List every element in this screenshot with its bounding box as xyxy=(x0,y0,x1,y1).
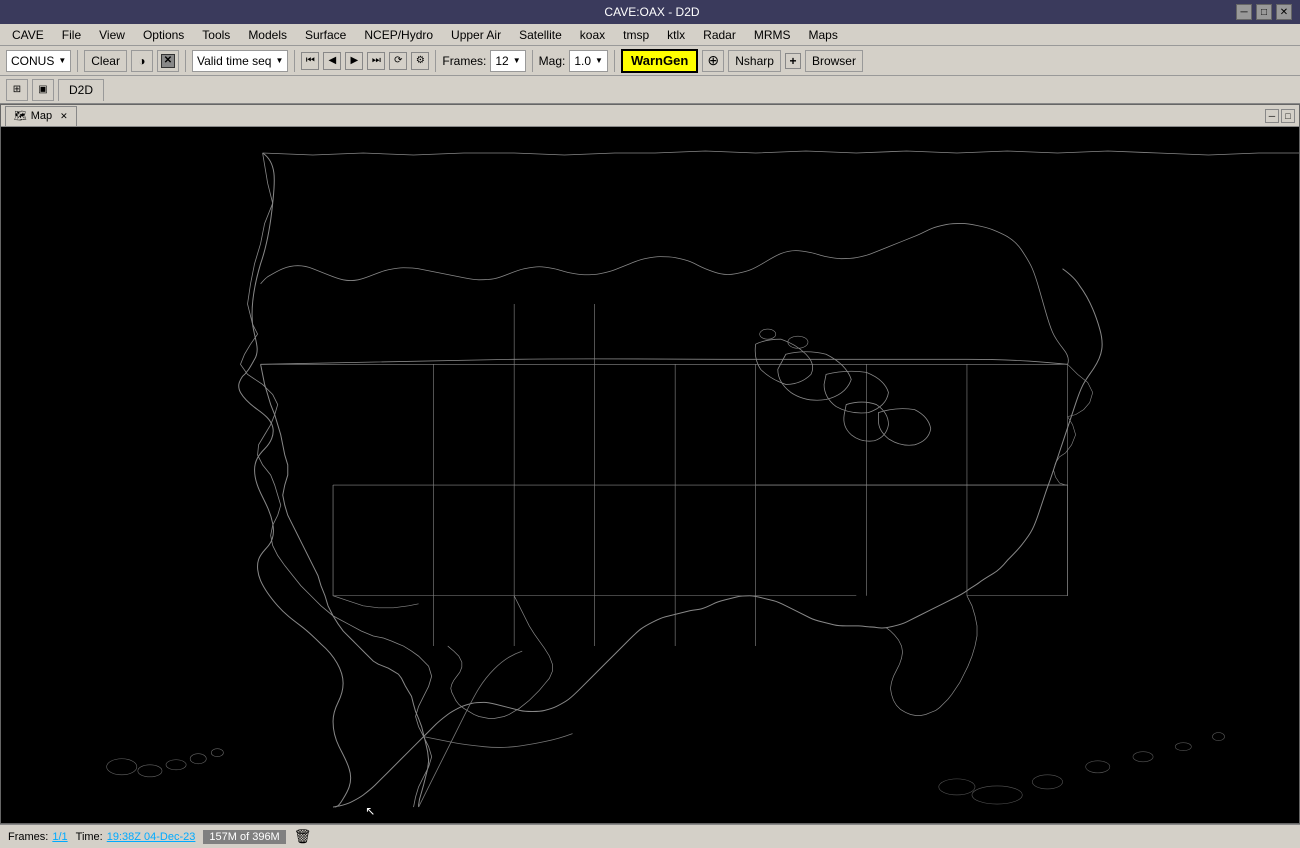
frames-status-value: 1/1 xyxy=(52,831,67,843)
frames-status: Frames: 1/1 xyxy=(8,831,68,843)
step-back-button[interactable]: ◀ xyxy=(323,52,341,70)
frames-value: 12 xyxy=(495,54,508,68)
map-svg: ↖ xyxy=(1,127,1299,823)
svg-text:↖: ↖ xyxy=(365,804,375,818)
separator-1 xyxy=(77,50,78,72)
crosshair-icon: ⊕ xyxy=(707,52,719,69)
mag-value: 1.0 xyxy=(574,54,591,68)
grid-icon-button[interactable]: ⊞ xyxy=(6,79,28,101)
map-tab-label: Map xyxy=(31,110,52,122)
map-maximize-button[interactable]: □ xyxy=(1281,109,1295,123)
map-tab-bar: 🗺 Map ✕ ─ □ xyxy=(1,105,1299,127)
menu-upper-air[interactable]: Upper Air xyxy=(443,26,509,44)
separator-4 xyxy=(435,50,436,72)
main-toolbar: CONUS ▼ Clear ◑ ✕ Valid time seq ▼ ⏮ ◀ ▶… xyxy=(0,46,1300,76)
valid-time-seq-dropdown[interactable]: Valid time seq ▼ xyxy=(192,50,288,72)
app-title: CAVE:OAX - D2D xyxy=(68,5,1236,19)
monitor-icon-button[interactable]: ▣ xyxy=(32,79,54,101)
d2d-tab[interactable]: D2D xyxy=(58,79,104,101)
menu-bar: CAVE File View Options Tools Models Surf… xyxy=(0,24,1300,46)
menu-cave[interactable]: CAVE xyxy=(4,26,52,44)
valid-time-label: Valid time seq xyxy=(197,54,271,68)
map-canvas: ↖ xyxy=(1,127,1299,823)
warngen-button[interactable]: WarnGen xyxy=(621,49,698,73)
menu-maps[interactable]: Maps xyxy=(801,26,846,44)
mag-arrow-icon: ▼ xyxy=(595,56,603,65)
restore-button[interactable]: □ xyxy=(1256,4,1272,20)
crosshair-icon-button[interactable]: ⊕ xyxy=(702,50,724,72)
clear-button[interactable]: Clear xyxy=(84,50,127,72)
browser-button[interactable]: Browser xyxy=(805,50,863,72)
status-bar: Frames: 1/1 Time: 19:38Z 04-Dec-23 157M … xyxy=(0,824,1300,848)
circle-icon-button[interactable]: ◑ xyxy=(131,50,153,72)
x-icon-button[interactable]: ✕ xyxy=(157,50,179,72)
conus-dropdown[interactable]: CONUS ▼ xyxy=(6,50,71,72)
frames-dropdown[interactable]: 12 ▼ xyxy=(490,50,525,72)
time-status-label: Time: xyxy=(76,831,103,843)
refresh-button[interactable]: ⟳ xyxy=(389,52,407,70)
memory-status: 157M of 396M xyxy=(203,830,285,844)
map-tab-close-icon[interactable]: ✕ xyxy=(60,111,68,122)
menu-tmsp[interactable]: tmsp xyxy=(615,26,657,44)
nsharp-button[interactable]: Nsharp xyxy=(728,50,781,72)
settings-button[interactable]: ⚙ xyxy=(411,52,429,70)
clear-x-icon: ✕ xyxy=(161,54,175,68)
conus-label: CONUS xyxy=(11,54,54,68)
mag-label: Mag: xyxy=(539,54,566,68)
add-button[interactable]: + xyxy=(785,53,801,69)
map-minimize-button[interactable]: ─ xyxy=(1265,109,1279,123)
menu-ncep-hydro[interactable]: NCEP/Hydro xyxy=(356,26,441,44)
menu-koax[interactable]: koax xyxy=(572,26,613,44)
minimize-button[interactable]: ─ xyxy=(1236,4,1252,20)
close-button[interactable]: ✕ xyxy=(1276,4,1292,20)
menu-file[interactable]: File xyxy=(54,26,89,44)
time-status-value: 19:38Z 04-Dec-23 xyxy=(107,831,196,843)
skip-forward-button[interactable]: ⏭ xyxy=(367,52,385,70)
separator-5 xyxy=(532,50,533,72)
map-tab-controls: ─ □ xyxy=(1265,109,1295,123)
separator-2 xyxy=(185,50,186,72)
separator-3 xyxy=(294,50,295,72)
map-tab[interactable]: 🗺 Map ✕ xyxy=(5,106,77,126)
menu-options[interactable]: Options xyxy=(135,26,192,44)
brightness-icon: ◑ xyxy=(138,54,145,68)
map-icon: 🗺 xyxy=(14,111,27,122)
conus-arrow-icon: ▼ xyxy=(58,56,66,65)
play-button[interactable]: ▶ xyxy=(345,52,363,70)
menu-satellite[interactable]: Satellite xyxy=(511,26,570,44)
d2d-label: D2D xyxy=(69,83,93,97)
frames-label: Frames: xyxy=(442,54,486,68)
menu-view[interactable]: View xyxy=(91,26,133,44)
window-controls[interactable]: ─ □ ✕ xyxy=(1236,4,1292,20)
trash-icon[interactable]: 🗑 xyxy=(294,828,312,845)
time-status: Time: 19:38Z 04-Dec-23 xyxy=(76,831,196,843)
secondary-toolbar: ⊞ ▣ D2D xyxy=(0,76,1300,104)
menu-models[interactable]: Models xyxy=(240,26,295,44)
menu-surface[interactable]: Surface xyxy=(297,26,354,44)
valid-time-arrow-icon: ▼ xyxy=(275,56,283,65)
title-bar: CAVE:OAX - D2D ─ □ ✕ xyxy=(0,0,1300,24)
map-container: 🗺 Map ✕ ─ □ xyxy=(0,104,1300,824)
frames-status-label: Frames: xyxy=(8,831,48,843)
menu-tools[interactable]: Tools xyxy=(194,26,238,44)
frames-arrow-icon: ▼ xyxy=(513,56,521,65)
menu-mrms[interactable]: MRMS xyxy=(746,26,799,44)
separator-6 xyxy=(614,50,615,72)
menu-ktlx[interactable]: ktlx xyxy=(659,26,693,44)
menu-radar[interactable]: Radar xyxy=(695,26,744,44)
skip-back-button[interactable]: ⏮ xyxy=(301,52,319,70)
mag-dropdown[interactable]: 1.0 ▼ xyxy=(569,50,608,72)
